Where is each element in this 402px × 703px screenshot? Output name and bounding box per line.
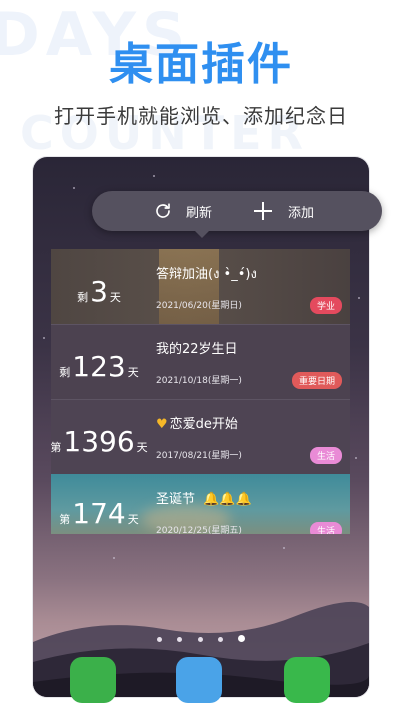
dock-app-phone-icon[interactable] [70, 657, 116, 703]
days-prefix: 第 [51, 441, 62, 454]
countdown-card[interactable]: 剩 3 天 答辩加油(ง •̀_•́)ง 2021/06/20(星期日) 学业 [51, 249, 350, 324]
countdown-card[interactable]: 第 174 天 圣诞节 🔔🔔🔔 2020/12/25(星期五) 生活 [51, 474, 350, 534]
days-prefix: 第 [59, 513, 71, 526]
bell-icon: 🔔🔔🔔 [203, 492, 252, 507]
page-dot-active[interactable] [237, 635, 245, 642]
plus-icon [252, 200, 274, 222]
days-number: 3 [90, 275, 108, 308]
days-count: 剩 123 天 [51, 353, 147, 381]
category-tag: 重要日期 [291, 372, 342, 389]
category-tag: 生活 [309, 522, 342, 534]
event-date: 2017/08/21(星期一) [156, 451, 242, 461]
days-unit: 天 [127, 513, 139, 526]
days-count: 剩 3 天 [51, 278, 147, 306]
dock-app-browser-icon[interactable] [176, 657, 222, 703]
days-count: 第 1396 天 [51, 425, 148, 458]
countdown-card[interactable]: 第 1396 天 ♥ 恋爱de开始 2017/08/21(星期一) 生活 [51, 399, 350, 474]
widget-action-menu: 刷新 添加 [92, 191, 382, 231]
event-title: 答辩加油(ง •̀_•́)ง [156, 267, 257, 282]
days-number: 123 [72, 350, 126, 383]
refresh-label: 刷新 [186, 205, 213, 221]
event-title-text: 圣诞节 [156, 492, 196, 507]
days-count: 第 174 天 [51, 500, 147, 528]
days-unit: 天 [136, 441, 148, 454]
page-dot[interactable] [217, 637, 223, 642]
add-label: 添加 [288, 205, 315, 221]
popup-arrow [195, 231, 209, 238]
event-title: 圣诞节 🔔🔔🔔 [156, 488, 252, 507]
page-indicator [0, 627, 402, 646]
hero-subtitle: 打开手机就能浏览、添加纪念日 [54, 104, 348, 128]
card-background-decoration [159, 249, 219, 324]
countdown-card[interactable]: 剩 123 天 我的22岁生日 2021/10/18(星期一) 重要日期 [51, 324, 350, 399]
page-dot[interactable] [197, 637, 203, 642]
event-date: 2021/06/20(星期日) [156, 301, 242, 311]
category-tag: 学业 [309, 297, 342, 314]
page-dot[interactable] [157, 637, 163, 642]
event-title-text: 恋爱de开始 [169, 417, 238, 432]
category-tag: 生活 [309, 447, 342, 464]
event-date: 2020/12/25(星期五) [156, 526, 242, 534]
days-number: 174 [72, 497, 126, 530]
days-prefix: 剩 [77, 291, 89, 304]
heart-icon: ♥ [156, 417, 168, 432]
dock-app-store-icon[interactable] [284, 657, 330, 703]
refresh-button[interactable]: 刷新 [154, 191, 212, 231]
event-date: 2021/10/18(星期一) [156, 376, 242, 386]
add-button[interactable]: 添加 [252, 191, 314, 231]
hero-title: 桌面插件 [109, 39, 293, 90]
days-unit: 天 [127, 366, 139, 379]
days-unit: 天 [109, 291, 121, 304]
page-dot[interactable] [177, 637, 183, 642]
event-title: ♥ 恋爱de开始 [156, 413, 238, 432]
event-title: 我的22岁生日 [156, 342, 238, 357]
days-prefix: 剩 [59, 366, 71, 379]
refresh-icon [156, 203, 170, 218]
days-number: 1396 [63, 425, 135, 458]
